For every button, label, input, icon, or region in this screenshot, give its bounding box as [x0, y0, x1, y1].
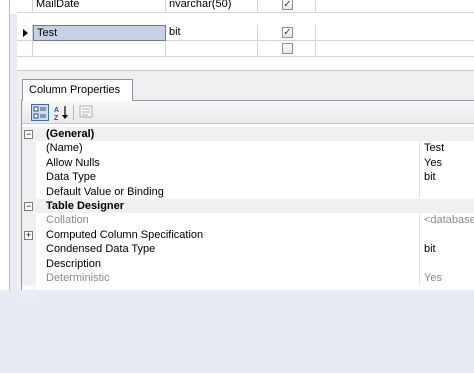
property-row-deterministic[interactable]: Deterministic Yes: [22, 270, 474, 286]
property-grid: A Z − (General) (Name) Test Allow Nulls …: [21, 101, 474, 300]
row-selector[interactable]: [17, 0, 33, 13]
table-designer-window: MailDate nvarchar(50) ✓ Test bit ✓ Colum…: [0, 0, 474, 373]
row-gutter: [22, 155, 36, 171]
allow-nulls-cell[interactable]: ✓: [258, 25, 316, 41]
property-name: Computed Column Specification: [46, 228, 204, 241]
allow-nulls-checkbox[interactable]: ✓: [282, 27, 293, 38]
svg-text:A: A: [54, 107, 59, 114]
row-selector[interactable]: [17, 25, 33, 41]
columns-grid: MailDate nvarchar(50) ✓ Test bit ✓: [17, 0, 474, 70]
property-value[interactable]: bit: [419, 170, 474, 185]
property-list: − (General) (Name) Test Allow Nulls Yes …: [22, 127, 474, 300]
property-row-name[interactable]: (Name) Test: [22, 141, 474, 156]
property-value[interactable]: <database de: [419, 213, 474, 228]
alphabetical-button[interactable]: A Z: [53, 104, 71, 122]
toolbar-separator: [73, 105, 74, 120]
filler-cell: [316, 0, 474, 13]
svg-text:Z: Z: [54, 115, 59, 121]
property-row-default-value[interactable]: Default Value or Binding: [22, 184, 474, 199]
property-row-condensed-type[interactable]: Condensed Data Type bit: [22, 242, 474, 257]
property-row-description[interactable]: Description: [22, 256, 474, 271]
property-name: Deterministic: [46, 271, 110, 284]
column-properties-area: Column Properties A Z − (General) (Name)…: [17, 74, 474, 300]
data-type-cell[interactable]: nvarchar(50): [166, 0, 258, 13]
property-value[interactable]: bit: [419, 242, 474, 257]
current-row-arrow-icon: [23, 29, 28, 37]
property-row-data-type[interactable]: Data Type bit: [22, 170, 474, 185]
property-row-partial: [22, 285, 474, 300]
property-value[interactable]: [419, 227, 474, 243]
allow-nulls-checkbox[interactable]: [282, 43, 293, 54]
category-table-designer[interactable]: − Table Designer: [22, 198, 474, 214]
filler-cell: [316, 25, 474, 41]
allow-nulls-checkbox[interactable]: ✓: [282, 0, 293, 10]
category-general[interactable]: − (General): [22, 127, 474, 142]
column-name-cell[interactable]: Test: [33, 25, 166, 41]
row-gutter: [22, 242, 36, 257]
property-value[interactable]: Yes: [419, 155, 474, 171]
column-name-cell[interactable]: [33, 41, 166, 57]
table-row[interactable]: Test bit ✓: [17, 25, 474, 41]
property-toolbar: A Z: [22, 101, 474, 124]
allow-nulls-cell[interactable]: [258, 41, 316, 57]
property-pages-button[interactable]: [78, 104, 96, 121]
row-gutter: [22, 256, 36, 271]
collapse-icon[interactable]: −: [24, 201, 33, 211]
row-gutter: [22, 285, 36, 300]
data-type-cell[interactable]: bit: [166, 25, 258, 41]
sort-az-icon: A Z: [54, 106, 68, 122]
property-name: Description: [46, 257, 102, 270]
row-gutter: [22, 141, 36, 156]
property-name: Default Value or Binding: [46, 185, 164, 198]
property-name: Condensed Data Type: [46, 243, 156, 256]
data-type-cell[interactable]: [166, 41, 258, 57]
categorized-icon: [33, 106, 46, 119]
table-row[interactable]: MailDate nvarchar(50) ✓: [17, 0, 474, 13]
property-row-allow-nulls[interactable]: Allow Nulls Yes: [22, 155, 474, 171]
row-gutter: [22, 270, 36, 286]
property-value[interactable]: [419, 184, 474, 199]
property-value[interactable]: Test: [419, 141, 474, 156]
filler-cell: [316, 41, 474, 57]
property-name: (Name): [46, 142, 83, 155]
property-value[interactable]: [419, 256, 474, 271]
row-gutter: [22, 213, 36, 228]
category-title: (General): [46, 128, 95, 140]
allow-nulls-cell[interactable]: ✓: [258, 0, 316, 13]
property-value[interactable]: Yes: [419, 270, 474, 286]
row-gutter: [22, 184, 36, 199]
column-name-cell[interactable]: MailDate: [33, 0, 166, 13]
property-pages-icon: [79, 105, 93, 118]
expand-icon[interactable]: +: [24, 230, 33, 240]
row-gutter: [22, 170, 36, 185]
property-name: Allow Nulls: [46, 156, 100, 169]
collapse-icon[interactable]: −: [24, 130, 33, 139]
property-name: Collation: [46, 214, 89, 227]
property-row-collation[interactable]: Collation <database de: [22, 213, 474, 228]
categorized-button[interactable]: [31, 104, 49, 121]
tab-column-properties[interactable]: Column Properties: [22, 79, 133, 101]
table-row[interactable]: [17, 41, 474, 57]
property-row-computed-column[interactable]: + Computed Column Specification: [22, 227, 474, 243]
left-margin: [0, 0, 10, 290]
row-selector[interactable]: [17, 41, 33, 57]
property-name: Data Type: [46, 171, 96, 184]
category-title: Table Designer: [46, 199, 125, 212]
